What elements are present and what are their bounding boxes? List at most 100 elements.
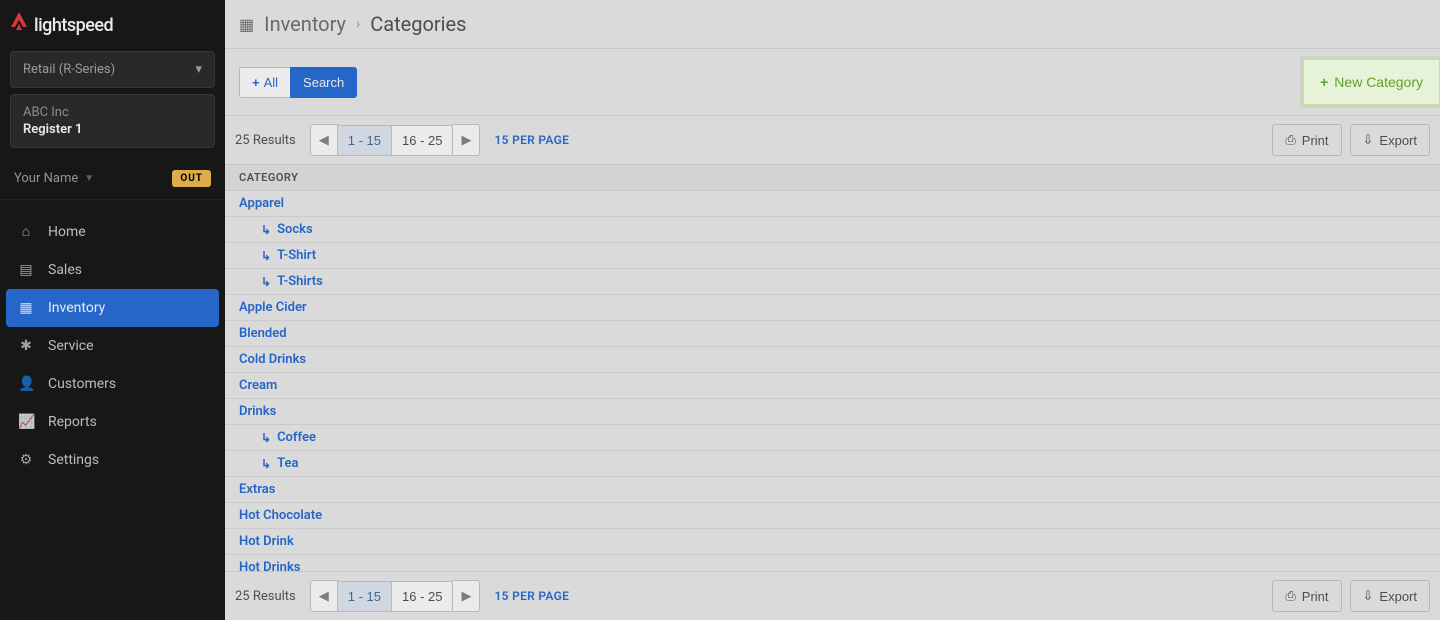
sidebar-item-sales[interactable]: ▤ Sales	[0, 251, 225, 289]
category-link[interactable]: Cream	[239, 378, 277, 393]
child-arrow-icon: ↳	[261, 431, 271, 445]
store-info-card[interactable]: ABC Inc Register 1	[10, 94, 215, 148]
print-button[interactable]: ⎙ Print	[1272, 580, 1341, 612]
sidebar: lightspeed Retail (R-Series) ▾ ABC Inc R…	[0, 0, 225, 620]
sidebar-item-settings[interactable]: ⚙ Settings	[0, 441, 225, 479]
table-row[interactable]: ↳ Tea	[225, 451, 1440, 477]
sidebar-item-label: Settings	[48, 452, 99, 468]
inventory-breadcrumb-icon: ▦	[239, 15, 254, 34]
main-nav: ⌂Home▤Sales▦Inventory✱Service👤Customers📈…	[0, 212, 225, 479]
table-row[interactable]: Apple Cider	[225, 295, 1440, 321]
sidebar-item-reports[interactable]: 📈 Reports	[0, 403, 225, 441]
category-link[interactable]: T-Shirt	[277, 248, 316, 263]
export-button[interactable]: ⇩ Export	[1350, 580, 1430, 612]
table-row[interactable]: Drinks	[225, 399, 1440, 425]
table-row[interactable]: Apparel	[225, 191, 1440, 217]
category-link[interactable]: T-Shirts	[277, 274, 323, 289]
user-menu[interactable]: Your Name ▼	[14, 171, 94, 186]
table-row[interactable]: Blended	[225, 321, 1440, 347]
page-range-2[interactable]: 16 - 25	[392, 581, 453, 612]
page-range-2[interactable]: 16 - 25	[392, 125, 453, 156]
pagination-bar-bottom: 25 Results ◀ 1 - 15 16 - 25 ▶ 15 PER PAG…	[225, 571, 1440, 620]
child-arrow-icon: ↳	[261, 457, 271, 471]
next-page-button[interactable]: ▶	[453, 124, 480, 156]
breadcrumb-parent[interactable]: Inventory	[264, 12, 346, 36]
user-name-label: Your Name	[14, 171, 78, 186]
child-arrow-icon: ↳	[261, 249, 271, 263]
print-button[interactable]: ⎙ Print	[1272, 124, 1341, 156]
search-button[interactable]: Search	[290, 67, 357, 98]
plus-icon: +	[1320, 74, 1328, 90]
export-icon: ⇩	[1363, 588, 1374, 604]
page-range-1[interactable]: 1 - 15	[338, 125, 392, 156]
child-arrow-icon: ↳	[261, 275, 271, 289]
print-label: Print	[1302, 589, 1329, 604]
category-link[interactable]: Hot Drinks	[239, 560, 301, 571]
caret-down-icon: ▼	[84, 173, 94, 184]
category-link[interactable]: Tea	[277, 456, 298, 471]
category-link[interactable]: Blended	[239, 326, 287, 341]
table-row[interactable]: Cream	[225, 373, 1440, 399]
table-row[interactable]: ↳ T-Shirts	[225, 269, 1440, 295]
category-link[interactable]: Hot Drink	[239, 534, 294, 549]
sidebar-item-service[interactable]: ✱Service	[0, 327, 225, 365]
main-content: ▦ Inventory › Categories + All Search + …	[225, 0, 1440, 620]
print-icon: ⎙	[1285, 588, 1295, 604]
chevron-right-icon: ›	[356, 16, 360, 32]
page-navigation: ◀ 1 - 15 16 - 25 ▶	[310, 124, 481, 156]
next-page-button[interactable]: ▶	[453, 580, 480, 612]
results-count: 25 Results	[235, 589, 296, 604]
table-row[interactable]: Hot Drinks	[225, 555, 1440, 571]
print-label: Print	[1302, 133, 1329, 148]
table-row[interactable]: Hot Drink	[225, 529, 1440, 555]
category-link[interactable]: Coffee	[277, 430, 316, 445]
category-link[interactable]: Socks	[277, 222, 313, 237]
category-link[interactable]: Apparel	[239, 196, 284, 211]
sidebar-item-customers[interactable]: 👤Customers	[0, 365, 225, 403]
store-selector-dropdown[interactable]: Retail (R-Series) ▾	[10, 51, 215, 88]
sidebar-item-inventory[interactable]: ▦ Inventory	[6, 289, 219, 327]
table-row[interactable]: Cold Drinks	[225, 347, 1440, 373]
plus-icon: +	[252, 75, 260, 90]
export-button[interactable]: ⇩ Export	[1350, 124, 1430, 156]
category-link[interactable]: Cold Drinks	[239, 352, 306, 367]
category-link[interactable]: Hot Chocolate	[239, 508, 322, 523]
export-icon: ⇩	[1363, 132, 1374, 148]
search-button-group: + All Search	[239, 67, 357, 98]
sidebar-item-home[interactable]: ⌂Home	[0, 212, 225, 251]
sidebar-item-label: Inventory	[48, 300, 105, 316]
table-row[interactable]: Extras	[225, 477, 1440, 503]
customers-icon: 👤	[18, 376, 34, 392]
breadcrumb: ▦ Inventory › Categories	[225, 0, 1440, 49]
child-arrow-icon: ↳	[261, 223, 271, 237]
all-filter-button[interactable]: + All	[239, 67, 290, 98]
sales-icon: ▤	[18, 262, 34, 278]
reports-icon: 📈	[18, 414, 34, 430]
brand-logo[interactable]: lightspeed	[0, 0, 225, 51]
per-page-selector[interactable]: 15 PER PAGE	[494, 589, 569, 603]
category-link[interactable]: Drinks	[239, 404, 276, 419]
table-row[interactable]: Hot Chocolate	[225, 503, 1440, 529]
table-header-category: CATEGORY	[225, 165, 1440, 191]
inventory-icon: ▦	[18, 300, 34, 316]
settings-icon: ⚙	[18, 452, 34, 468]
sidebar-item-label: Sales	[48, 262, 82, 278]
table-row[interactable]: ↳ T-Shirt	[225, 243, 1440, 269]
category-link[interactable]: Extras	[239, 482, 275, 497]
register-name: Register 1	[23, 122, 202, 137]
per-page-selector[interactable]: 15 PER PAGE	[494, 133, 569, 147]
prev-page-button[interactable]: ◀	[310, 580, 338, 612]
export-label: Export	[1379, 133, 1417, 148]
prev-page-button[interactable]: ◀	[310, 124, 338, 156]
export-label: Export	[1379, 589, 1417, 604]
status-badge[interactable]: OUT	[172, 170, 211, 187]
table-row[interactable]: ↳ Coffee	[225, 425, 1440, 451]
sidebar-item-label: Reports	[48, 414, 97, 430]
lightspeed-flame-icon	[10, 12, 28, 39]
category-link[interactable]: Apple Cider	[239, 300, 307, 315]
table-row[interactable]: ↳ Socks	[225, 217, 1440, 243]
user-row: Your Name ▼ OUT	[0, 158, 225, 200]
new-category-button[interactable]: + New Category	[1303, 59, 1440, 105]
all-label: All	[264, 75, 278, 90]
page-range-1[interactable]: 1 - 15	[338, 581, 392, 612]
